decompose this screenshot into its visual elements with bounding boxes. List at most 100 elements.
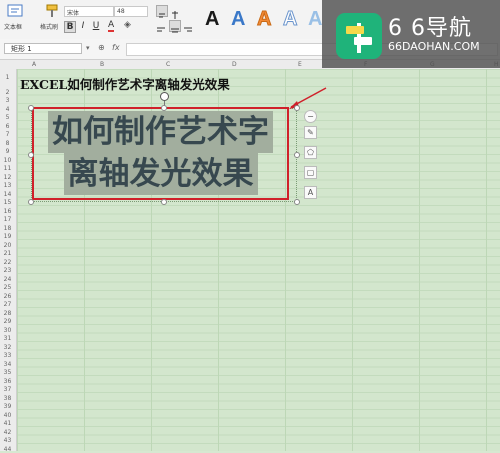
font-name-select[interactable]: 宋体 bbox=[64, 6, 114, 17]
column-header[interactable]: B bbox=[100, 60, 104, 69]
text-style-icon: A bbox=[307, 188, 314, 197]
row-header[interactable]: 28 bbox=[0, 310, 15, 317]
textbox-button[interactable]: 文本框 bbox=[4, 3, 26, 33]
row-header[interactable]: 38 bbox=[0, 395, 15, 402]
row-header[interactable]: 20 bbox=[0, 242, 15, 249]
watermark-logo bbox=[336, 13, 382, 59]
row-header[interactable]: 21 bbox=[0, 250, 15, 257]
name-box-value: 矩形 1 bbox=[11, 45, 32, 53]
text-style-orange[interactable]: A bbox=[256, 7, 271, 31]
rotate-handle-icon[interactable] bbox=[160, 92, 169, 101]
name-box[interactable]: 矩形 1 bbox=[4, 43, 82, 54]
textbox-label: 文本框 bbox=[4, 24, 23, 31]
row-header[interactable]: 43 bbox=[0, 437, 15, 444]
bold-button[interactable]: B bbox=[64, 21, 76, 33]
pen-icon: ✎ bbox=[307, 128, 314, 137]
row-header[interactable]: 22 bbox=[0, 259, 15, 266]
resize-handle-n[interactable] bbox=[161, 105, 167, 111]
column-header[interactable]: A bbox=[32, 60, 36, 69]
column-header[interactable]: C bbox=[166, 60, 170, 69]
row-header[interactable]: 42 bbox=[0, 429, 15, 436]
wordart-text[interactable]: 如何制作艺术字 离轴发光效果 bbox=[32, 111, 289, 195]
row-header[interactable]: 37 bbox=[0, 386, 15, 393]
underline-button[interactable]: U bbox=[91, 21, 101, 31]
row-header[interactable]: 15 bbox=[0, 199, 15, 206]
row-header[interactable]: 6 bbox=[0, 123, 15, 130]
shape-tool-button[interactable]: ⬠ bbox=[304, 146, 317, 159]
pen-tool-button[interactable]: ✎ bbox=[304, 126, 317, 139]
row-header[interactable]: 33 bbox=[0, 352, 15, 359]
row-header[interactable]: 34 bbox=[0, 361, 15, 368]
font-color-icon[interactable]: A bbox=[108, 20, 115, 32]
column-header[interactable]: D bbox=[232, 60, 237, 69]
text-direction-button[interactable] bbox=[170, 5, 180, 19]
text-style-blue[interactable]: A bbox=[231, 7, 245, 31]
align-right-icon bbox=[184, 27, 192, 32]
resize-handle-se[interactable] bbox=[294, 199, 300, 205]
font-name-value: 宋体 bbox=[67, 10, 80, 17]
text-style-outline[interactable]: A bbox=[282, 7, 297, 31]
row-header[interactable]: 10 bbox=[0, 157, 15, 164]
row-header[interactable]: 39 bbox=[0, 403, 15, 410]
row-header[interactable]: 3 bbox=[0, 97, 15, 104]
row-header[interactable]: 32 bbox=[0, 344, 15, 351]
resize-handle-w[interactable] bbox=[28, 152, 34, 158]
text-style-light[interactable]: A bbox=[308, 7, 322, 31]
row-header[interactable]: 8 bbox=[0, 140, 15, 147]
resize-handle-nw[interactable] bbox=[28, 105, 34, 111]
row-header[interactable]: 40 bbox=[0, 412, 15, 419]
row-header[interactable]: 14 bbox=[0, 191, 15, 198]
row-header[interactable]: 25 bbox=[0, 284, 15, 291]
row-header[interactable]: 23 bbox=[0, 267, 15, 274]
row-header[interactable]: 44 bbox=[0, 446, 15, 453]
row-header[interactable]: 31 bbox=[0, 335, 15, 342]
row-header[interactable]: 35 bbox=[0, 369, 15, 376]
row-header[interactable]: 7 bbox=[0, 131, 15, 138]
resize-handle-s[interactable] bbox=[161, 199, 167, 205]
text-style-tool-button[interactable]: A bbox=[304, 186, 317, 199]
row-header[interactable]: 12 bbox=[0, 174, 15, 181]
row-header[interactable]: 1 bbox=[0, 74, 15, 81]
row-header[interactable]: 16 bbox=[0, 208, 15, 215]
wordart-line-1: 如何制作艺术字 bbox=[48, 111, 273, 153]
row-header[interactable]: 5 bbox=[0, 114, 15, 121]
format-painter-button[interactable]: 格式刷 bbox=[40, 3, 64, 33]
row-header[interactable]: 11 bbox=[0, 165, 15, 172]
collapse-toolbar-button[interactable]: − bbox=[304, 110, 317, 123]
watermark-url: 66DAOHAN.COM bbox=[388, 40, 480, 53]
row-header[interactable]: 4 bbox=[0, 106, 15, 113]
clear-format-icon[interactable]: ◈ bbox=[124, 20, 131, 30]
row-header[interactable]: 36 bbox=[0, 378, 15, 385]
font-size-value: 48 bbox=[117, 8, 125, 15]
format-painter-label: 格式刷 bbox=[40, 24, 59, 31]
watermark: 6 6导航 66DAOHAN.COM bbox=[322, 0, 500, 68]
row-header[interactable]: 13 bbox=[0, 182, 15, 189]
align-right-button[interactable] bbox=[183, 20, 193, 32]
italic-button[interactable]: I bbox=[78, 21, 88, 31]
resize-handle-e[interactable] bbox=[294, 152, 300, 158]
zoom-icon[interactable]: ⊕ bbox=[98, 43, 105, 52]
align-left-button[interactable] bbox=[156, 20, 166, 32]
row-header[interactable]: 18 bbox=[0, 225, 15, 232]
row-header[interactable]: 9 bbox=[0, 148, 15, 155]
column-header[interactable]: E bbox=[298, 60, 302, 69]
resize-handle-ne[interactable] bbox=[294, 105, 300, 111]
row-header[interactable]: 17 bbox=[0, 216, 15, 223]
row-header[interactable]: 2 bbox=[0, 89, 15, 96]
align-center-button[interactable] bbox=[169, 20, 181, 33]
row-header[interactable]: 41 bbox=[0, 420, 15, 427]
name-box-dropdown-icon[interactable]: ▾ bbox=[86, 44, 90, 52]
row-header[interactable]: 27 bbox=[0, 301, 15, 308]
resize-handle-sw[interactable] bbox=[28, 199, 34, 205]
row-header[interactable]: 26 bbox=[0, 293, 15, 300]
row-header[interactable]: 19 bbox=[0, 233, 15, 240]
crop-icon: ▢ bbox=[306, 168, 315, 177]
align-top-button[interactable] bbox=[156, 5, 168, 18]
crop-tool-button[interactable]: ▢ bbox=[304, 166, 317, 179]
row-header[interactable]: 30 bbox=[0, 327, 15, 334]
text-style-black[interactable]: A bbox=[205, 7, 219, 31]
row-header[interactable]: 29 bbox=[0, 318, 15, 325]
fx-icon[interactable]: fx bbox=[112, 43, 120, 52]
font-size-select[interactable]: 48 bbox=[114, 6, 148, 17]
row-header[interactable]: 24 bbox=[0, 276, 15, 283]
